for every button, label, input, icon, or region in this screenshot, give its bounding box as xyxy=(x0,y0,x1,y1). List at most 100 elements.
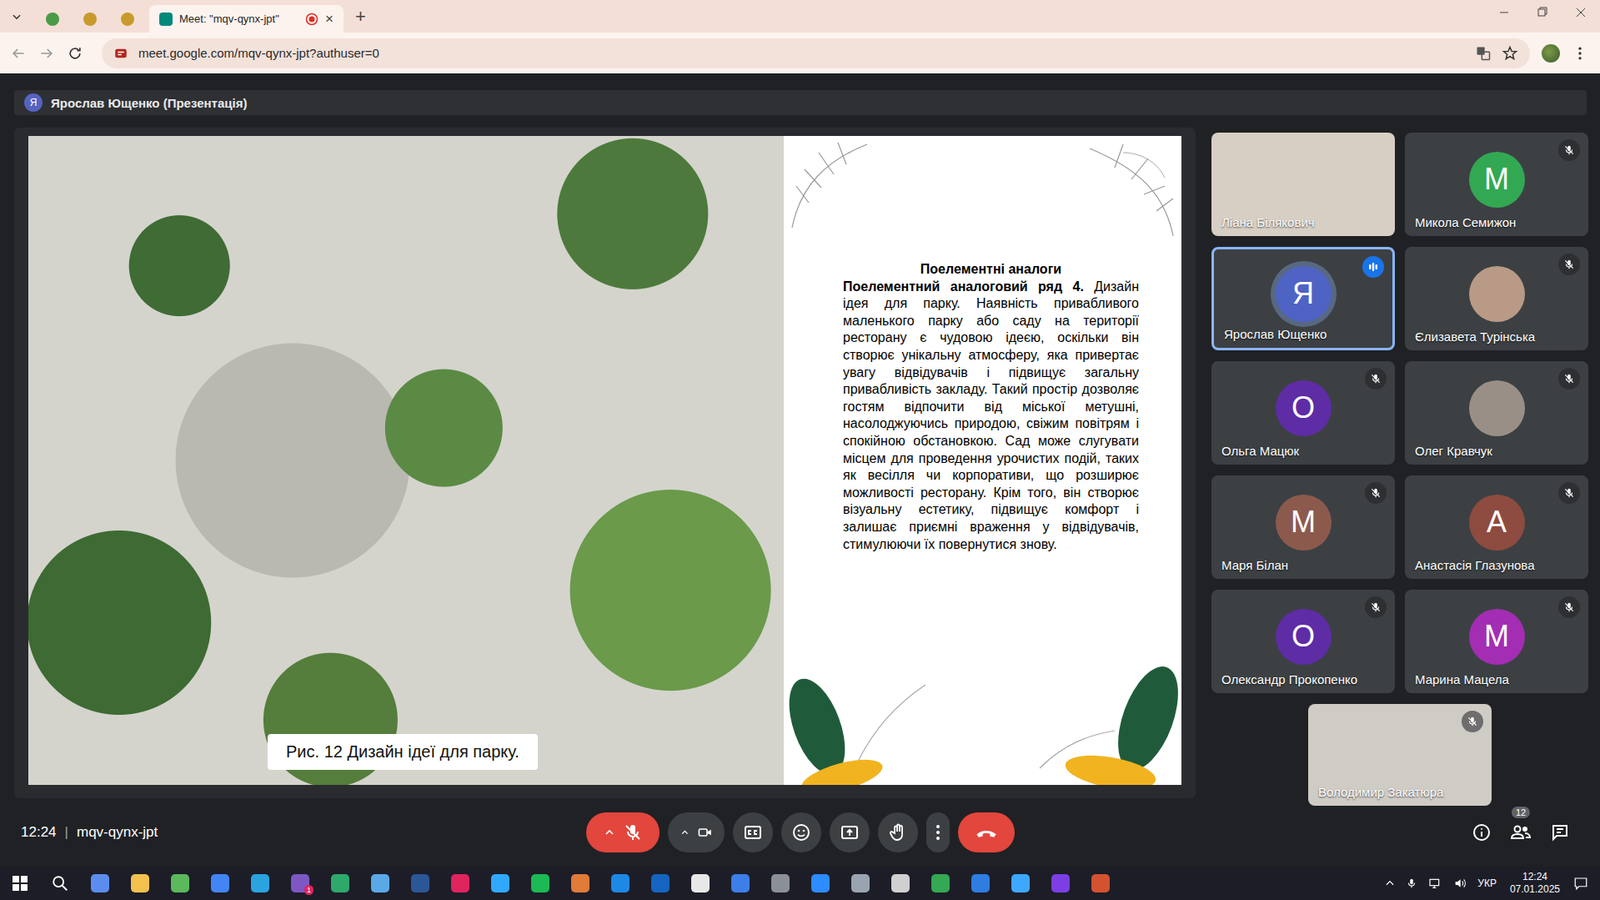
taskbar-app[interactable] xyxy=(760,866,801,900)
language-indicator[interactable]: УКР xyxy=(1477,877,1497,889)
mic-off-icon xyxy=(1563,372,1575,385)
participant-tile[interactable]: О Олександр Прокопенко xyxy=(1211,589,1395,693)
meeting-time: 12:24 xyxy=(20,823,57,841)
participant-photo xyxy=(1469,265,1525,322)
taskbar-app[interactable] xyxy=(800,866,841,900)
participant-name: Володимир Закатюра xyxy=(1318,784,1485,799)
participant-name: Ліана Білякович xyxy=(1221,215,1389,230)
taskbar-app[interactable]: 1 xyxy=(280,866,321,900)
taskbar-app[interactable] xyxy=(440,866,481,900)
network-icon[interactable] xyxy=(1427,876,1443,890)
taskbar-app[interactable] xyxy=(560,866,601,900)
leave-call-button[interactable] xyxy=(957,812,1015,853)
start-button[interactable] xyxy=(0,866,41,900)
muted-badge xyxy=(1558,481,1580,504)
captions-button[interactable] xyxy=(732,812,773,853)
raise-hand-button[interactable] xyxy=(877,812,918,853)
minimize-icon[interactable] xyxy=(1484,0,1524,26)
browser-tab[interactable] xyxy=(70,5,109,33)
app-icon xyxy=(1051,873,1070,893)
presentation-frame: Рис. 12 Дизайн ідеї для парку. Поелемент… xyxy=(14,127,1196,798)
camera-button[interactable] xyxy=(667,812,725,853)
site-info-icon[interactable] xyxy=(113,45,129,61)
more-options-button[interactable] xyxy=(926,812,950,853)
app-icon xyxy=(1091,873,1110,893)
taskbar-app[interactable] xyxy=(320,866,361,900)
back-arrow-icon[interactable] xyxy=(10,45,27,62)
participant-tile[interactable]: Ліана Білякович xyxy=(1211,132,1395,236)
taskbar-app[interactable] xyxy=(1080,866,1121,900)
participant-tile[interactable]: Володимир Закатюра xyxy=(1308,703,1492,806)
mic-off-icon xyxy=(1466,715,1479,728)
new-tab-button[interactable]: + xyxy=(343,5,378,28)
app-icon xyxy=(931,873,950,893)
reload-icon[interactable] xyxy=(66,45,84,62)
present-button[interactable] xyxy=(829,812,870,853)
participant-tile[interactable]: М Марина Мацела xyxy=(1404,589,1589,693)
microphone-button[interactable] xyxy=(586,812,660,853)
taskbar-app[interactable] xyxy=(920,866,961,900)
taskbar-app[interactable] xyxy=(1040,866,1081,900)
menu-dots-icon[interactable] xyxy=(1571,45,1589,62)
screen: Meet: "mqv-qynx-jpt" × + meet.google.com… xyxy=(0,0,1600,900)
taskbar-app[interactable] xyxy=(680,866,721,900)
taskbar-app[interactable] xyxy=(840,866,881,900)
taskbar-app[interactable] xyxy=(720,866,761,900)
taskbar-app[interactable] xyxy=(240,866,281,900)
search-icon xyxy=(50,873,70,893)
participant-tile[interactable]: Я Ярослав Ющенко xyxy=(1211,246,1395,351)
app-icon xyxy=(451,873,470,893)
mic-off-icon xyxy=(1369,601,1382,613)
volume-icon[interactable] xyxy=(1452,876,1468,890)
speaking-indicator xyxy=(1362,255,1385,278)
participant-tile[interactable]: М Маря Білан xyxy=(1211,475,1395,579)
taskbar-app[interactable] xyxy=(600,866,641,900)
taskbar-app[interactable] xyxy=(400,866,441,900)
tab-search-button[interactable] xyxy=(5,3,29,31)
profile-avatar-icon[interactable] xyxy=(1541,44,1560,63)
taskbar-app[interactable] xyxy=(640,866,681,900)
forward-arrow-icon[interactable] xyxy=(38,45,56,62)
taskbar-app[interactable] xyxy=(960,866,1001,900)
chevron-up-icon[interactable] xyxy=(679,825,691,839)
taskbar-app[interactable] xyxy=(360,866,401,900)
mic-off-icon xyxy=(622,822,643,843)
restore-icon[interactable] xyxy=(1523,0,1562,26)
taskbar-app[interactable] xyxy=(160,866,201,900)
people-button[interactable]: 12 xyxy=(1509,822,1532,843)
notifications-icon[interactable] xyxy=(1573,875,1589,891)
app-icon xyxy=(891,873,910,893)
chat-icon[interactable] xyxy=(1549,822,1570,843)
clock[interactable]: 12:24 07.01.2025 xyxy=(1506,870,1564,896)
info-icon[interactable] xyxy=(1471,822,1492,843)
chevron-up-icon[interactable] xyxy=(1384,877,1396,889)
taskbar-app[interactable] xyxy=(1000,866,1041,900)
participant-tile[interactable]: Олег Кравчук xyxy=(1404,361,1589,465)
participant-tile[interactable]: Єлизавета Турінська xyxy=(1404,246,1589,351)
translate-icon[interactable] xyxy=(1474,45,1492,62)
notification-badge: 1 xyxy=(304,884,314,895)
search-button[interactable] xyxy=(40,866,81,900)
browser-tab[interactable]: Meet: "mqv-qynx-jpt" × xyxy=(149,5,344,33)
participant-tile[interactable]: М Микола Семижон xyxy=(1404,132,1589,236)
participant-avatar: М xyxy=(1469,151,1525,208)
browser-tab[interactable] xyxy=(33,5,71,33)
bookmark-star-icon[interactable] xyxy=(1501,45,1519,62)
browser-tab[interactable] xyxy=(108,5,146,33)
app-icon xyxy=(90,873,110,893)
taskbar-app[interactable] xyxy=(200,866,241,900)
taskbar-app[interactable] xyxy=(520,866,561,900)
taskbar-app[interactable] xyxy=(480,866,521,900)
chevron-up-icon[interactable] xyxy=(602,825,617,839)
address-bar[interactable]: meet.google.com/mqv-qynx-jpt?authuser=0 xyxy=(101,38,1530,69)
reactions-button[interactable] xyxy=(781,812,822,853)
close-window-icon[interactable] xyxy=(1561,0,1600,26)
participant-tile[interactable]: А Анастасія Глазунова xyxy=(1404,475,1589,579)
tab-close-button[interactable]: × xyxy=(325,10,334,28)
participant-tile[interactable]: О Ольга Мацюк xyxy=(1211,361,1395,465)
microphone-icon[interactable] xyxy=(1405,876,1418,890)
taskbar-app[interactable] xyxy=(80,866,121,900)
more-vert-icon xyxy=(927,822,948,843)
taskbar-app[interactable] xyxy=(120,866,161,900)
taskbar-app[interactable] xyxy=(880,866,921,900)
